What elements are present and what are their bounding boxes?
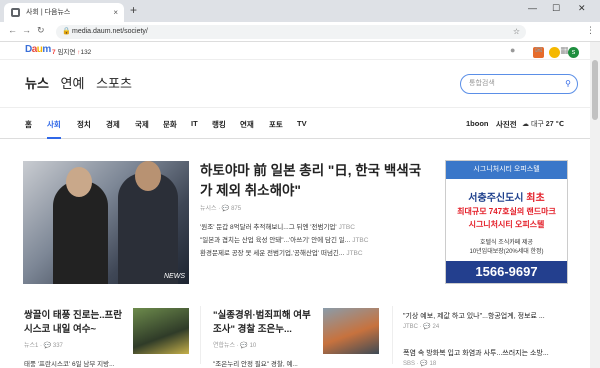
address-bar: ← → ↻ 🔒 media.daum.net/society/ ☆ s ⋮ — [0, 22, 600, 58]
menu-home[interactable]: 홈 — [25, 119, 32, 130]
ad-phone: 1566-9697 — [446, 261, 567, 283]
related-news-item[interactable]: '원조' 둔갑 8억달러 추적해보니...그 뒤엔 '전범기업' JTBC — [200, 221, 422, 234]
menu-ranking[interactable]: 랭킹 — [212, 119, 226, 130]
reload-icon[interactable]: ↻ — [37, 25, 45, 36]
weather-widget[interactable]: ☁ 대구 27 ℃ — [522, 119, 564, 129]
list-item-source: SBS · 💬 18 — [403, 361, 437, 367]
nav-entertainment[interactable]: 연예 — [61, 76, 85, 91]
menu-society[interactable]: 사회 — [47, 119, 61, 139]
back-icon[interactable]: ← — [8, 25, 17, 35]
daum-top-bar: Daum 7 임지연 ↑132 ● ✉ ▦ — [0, 42, 600, 60]
card-more-link[interactable]: 태풍 '프란시스코' 6일 남부 지방... — [24, 358, 115, 368]
forward-icon[interactable]: → — [22, 25, 31, 35]
mail-icon[interactable]: ✉ — [535, 45, 543, 56]
cloud-icon: ☁ — [522, 121, 529, 128]
browser-menu-icon[interactable]: ⋮ — [586, 25, 595, 36]
related-news-item[interactable]: 환경문제로 공장 못 세운 전범기업,'공해산업' 떠넘긴... JTBC — [200, 247, 422, 260]
search-input[interactable]: 통합검색 ⚲ — [460, 74, 578, 94]
card-source: 뉴스1 · 💬 337 — [24, 343, 63, 349]
new-tab-button[interactable]: + — [130, 3, 137, 17]
card-title[interactable]: 쌍끌이 태풍 진로는..프란시스코 내일 여수~ — [24, 309, 128, 337]
search-placeholder: 통합검색 — [469, 80, 495, 87]
ad-banner[interactable]: 시그니처시티 오피스텔 서충주신도시 최초 최대규모 747호실의 랜드마크 시… — [445, 160, 568, 284]
weather-temp: 27 ℃ — [545, 121, 565, 128]
realtime-issue[interactable]: 7 임지연 ↑132 — [52, 46, 91, 56]
browser-tab-bar: 사회 | 다음뉴스 × + — ☐ ✕ — [0, 0, 600, 22]
maximize-button[interactable]: ☐ — [552, 3, 560, 14]
menu-photo-exhibit[interactable]: 사진전 — [496, 119, 517, 130]
section-menu: 홈 사회 정치 경제 국제 문화 IT 랭킹 연재 포토 TV 1boon 사진… — [0, 107, 600, 139]
user-icon[interactable]: ● — [510, 45, 515, 55]
card-more-link[interactable]: "조은누리 안정 필요" 경찰, 예... — [213, 358, 298, 368]
list-item[interactable]: "기상 예보, 제값 하고 있나"...항공업계, 정보료 ... — [403, 311, 575, 321]
ad-line4: 호텔식 조식카페 제공 — [479, 240, 533, 246]
menu-it[interactable]: IT — [191, 119, 198, 128]
weather-location: 대구 — [530, 121, 544, 128]
page-scrollbar[interactable] — [590, 42, 600, 368]
photo-head-right — [135, 161, 161, 191]
scrollbar-thumb[interactable] — [592, 60, 598, 120]
related-news-list: '원조' 둔갑 8억달러 추적해보니...그 뒤엔 '전범기업' JTBC "일본… — [200, 221, 422, 260]
menu-1boon[interactable]: 1boon — [466, 119, 489, 128]
menu-culture[interactable]: 문화 — [163, 119, 177, 130]
list-item-source: JTBC · 💬 24 — [403, 324, 440, 330]
menu-economy[interactable]: 경제 — [106, 119, 120, 130]
minimize-button[interactable]: — — [528, 3, 537, 13]
menu-world[interactable]: 국제 — [135, 119, 149, 130]
headline-source: 뉴시스 · 💬 875 — [200, 206, 242, 212]
tab-title: 사회 | 다음뉴스 — [26, 9, 71, 16]
main-nav: 뉴스 연예 스포츠 — [25, 73, 140, 92]
ad-line5: 10년임대보장(20%세대 한정) — [469, 249, 544, 255]
divider — [392, 306, 393, 364]
nav-sports[interactable]: 스포츠 — [96, 76, 132, 91]
list-item[interactable]: 폭염 속 방화복 입고 화염과 사투...쓰러지는 소방... — [403, 348, 575, 358]
card-title[interactable]: "실종경위·범죄피해 여부조사" 경찰 조은누... — [213, 309, 317, 337]
ad-brand: 시그니처시티 오피스텔 — [446, 161, 567, 179]
close-tab-icon[interactable]: × — [113, 3, 118, 22]
menu-tv[interactable]: TV — [297, 119, 307, 128]
photo-watermark: NEWS — [164, 273, 185, 280]
comment-icon: 💬 — [221, 206, 230, 212]
apps-grid-icon[interactable]: ▦ — [560, 45, 569, 56]
photo-head-left — [66, 167, 92, 197]
headline-title[interactable]: 하토야마 前 일본 총리 "日, 한국 백색국가 제외 취소해야" — [200, 161, 422, 201]
ad-line2: 최대규모 747호실의 랜드마크 — [457, 207, 556, 216]
related-news-item[interactable]: "일본과 겹치는 산업 육성 안돼"...'아쓰기' 안에 담긴 일... JTB… — [200, 234, 422, 247]
browser-tab[interactable]: 사회 | 다음뉴스 × — [4, 3, 124, 22]
card-photo[interactable] — [323, 308, 379, 354]
menu-series[interactable]: 연재 — [240, 119, 254, 130]
menu-politics[interactable]: 정치 — [77, 119, 91, 130]
lock-icon: 🔒 — [62, 28, 71, 35]
url-text: media.daum.net/society/ — [72, 28, 148, 35]
card-source: 연합뉴스 · 💬 10 — [213, 343, 257, 349]
url-input[interactable]: 🔒 media.daum.net/society/ ☆ — [56, 25, 526, 39]
card-photo[interactable] — [133, 308, 189, 354]
ad-line1: 서충주신도시 최초 — [468, 193, 545, 204]
bookmark-star-icon[interactable]: ☆ — [513, 25, 520, 39]
ad-line3: 시그니처시티 오피스텔 — [468, 220, 545, 229]
search-icon[interactable]: ⚲ — [565, 75, 571, 93]
divider — [200, 306, 201, 364]
headline-photo[interactable]: NEWS — [23, 161, 189, 284]
nav-news[interactable]: 뉴스 — [25, 76, 49, 91]
daum-favicon-icon — [11, 8, 20, 17]
menu-photo[interactable]: 포토 — [269, 119, 283, 130]
close-window-button[interactable]: ✕ — [578, 3, 586, 14]
daum-logo[interactable]: Daum — [25, 44, 51, 55]
